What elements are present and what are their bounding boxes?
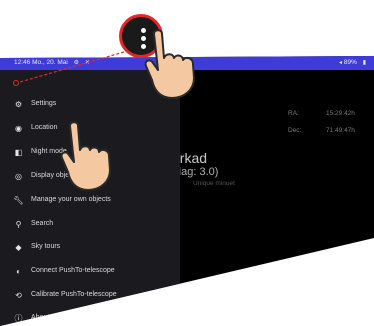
menu-item-label: Connect PushTo-telescope — [31, 267, 115, 274]
menu-item-label: About — [31, 314, 50, 321]
status-right: ◂ 89% ▮ — [335, 56, 366, 70]
search-icon: ⚲ — [15, 220, 22, 229]
hand-pointer-icon — [144, 29, 195, 99]
diamond-icon: ◆ — [15, 243, 22, 252]
menu-item-about[interactable]: ⓘ About — [0, 308, 180, 326]
status-time-date: 12:46 Mo., 20. Mai — [14, 59, 68, 66]
info-icon: ⓘ — [14, 314, 23, 323]
eye-icon: ◎ — [15, 172, 22, 181]
menu-item-label: Location — [31, 124, 58, 131]
menu-item-search[interactable]: ⚲ Search — [0, 214, 180, 234]
menu-item-connect-pushto[interactable]: ◐ Connect PushTo-telescope — [0, 261, 180, 281]
menu-item-label: Search — [31, 220, 54, 227]
battery-level: 89% — [343, 59, 357, 66]
navigation-drawer: ⚙ Settings ◉ Location ◧ Night mode ◎ Dis… — [0, 70, 180, 326]
ra-value: 15:29:42h — [326, 110, 355, 117]
menu-item-calibrate-pushto[interactable]: ⟲ Calibrate PushTo-telescope — [0, 285, 180, 305]
status-left: 12:46 Mo., 20. Mai ⚙ ✕ — [14, 56, 90, 70]
object-subtitle: Unique minuet — [193, 180, 235, 187]
menu-item-label: Sky tours — [31, 243, 61, 250]
menu-item-label: Settings — [31, 100, 57, 107]
hand-pointer-icon — [60, 121, 111, 191]
gear-icon: ⚙ — [14, 100, 23, 109]
menu-item-label: Manage your own objects — [31, 196, 111, 203]
hand-shape — [144, 29, 195, 99]
menu-item-label: Calibrate PushTo-telescope — [31, 291, 117, 298]
night-mode-icon: ◧ — [14, 148, 23, 157]
dec-value: 71:49:47h — [326, 127, 355, 134]
mute-icon: ✕ — [84, 60, 90, 66]
tutorial-illustration: 12:46 Mo., 20. Mai ⚙ ✕ ◂ 89% ▮ RA: 15:29… — [0, 0, 374, 326]
telescope-icon: ◐ — [16, 267, 21, 276]
menu-item-sky-tours[interactable]: ◆ Sky tours — [0, 237, 180, 257]
target-icon: ◉ — [15, 124, 22, 133]
signal-icon: ◂ — [339, 60, 343, 66]
dec-label: Dec: — [288, 127, 302, 134]
menu-item-manage-objects[interactable]: 🔧︎ Manage your own objects — [0, 190, 180, 210]
battery-icon: ▮ — [362, 60, 366, 66]
calibrate-icon: ⟲ — [15, 291, 22, 300]
hand-shape — [60, 121, 111, 191]
ra-label: RA: — [288, 110, 299, 117]
settings-icon: ⚙ — [73, 60, 80, 66]
wrench-icon: 🔧︎ — [13, 196, 24, 205]
